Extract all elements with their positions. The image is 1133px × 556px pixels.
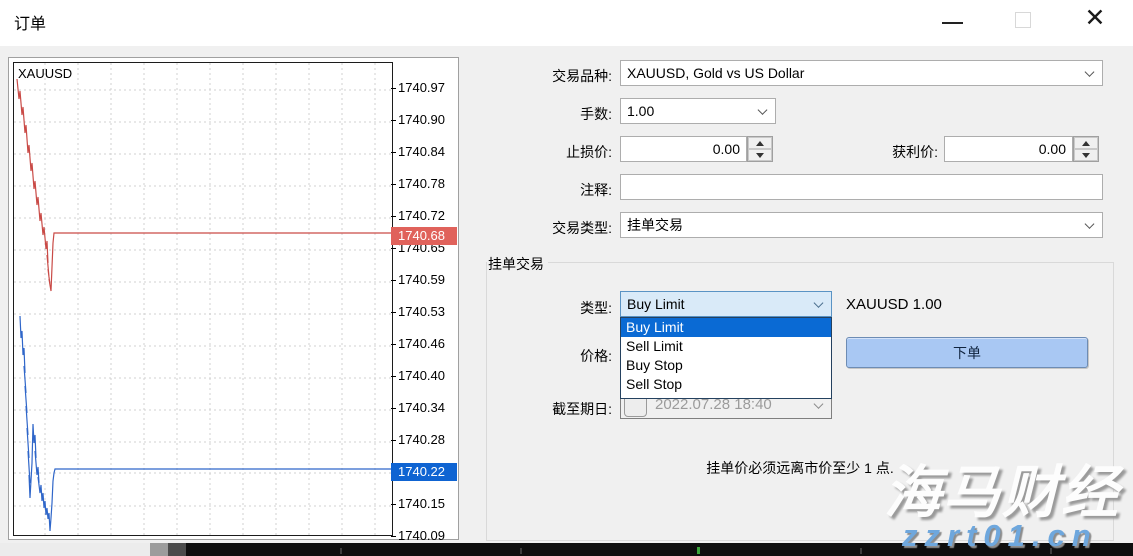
maximize-icon — [1015, 12, 1031, 28]
trade-type-select[interactable]: 挂单交易 — [620, 212, 1103, 238]
order-dialog: 订单 ✕ XAUUSD 1740.971740.901740.841740.78… — [0, 0, 1133, 556]
symbol-select-value: XAUUSD, Gold vs US Dollar — [627, 65, 804, 81]
order-type-dropdown: Buy LimitSell LimitBuy StopSell Stop — [620, 317, 832, 399]
minimize-icon — [942, 22, 963, 24]
order-type-option[interactable]: Sell Limit — [621, 337, 831, 356]
taskbar-green-tick — [697, 547, 700, 554]
chevron-down-icon — [758, 105, 768, 115]
symbol-select[interactable]: XAUUSD, Gold vs US Dollar — [620, 60, 1103, 86]
volume-select[interactable]: 1.00 — [620, 98, 776, 124]
taskbar-segment — [150, 543, 168, 556]
watermark-site: zzrt01.cn — [902, 518, 1098, 554]
title-bar: 订单 ✕ — [0, 0, 1133, 46]
stoploss-spinner[interactable] — [747, 136, 773, 162]
order-type-select[interactable]: Buy Limit — [620, 291, 832, 317]
takeprofit-spinner[interactable] — [1073, 136, 1099, 162]
close-button[interactable]: ✕ — [1078, 2, 1112, 34]
spin-down-icon[interactable] — [1074, 149, 1098, 161]
comment-label: 注释: — [482, 180, 612, 200]
chevron-down-icon — [814, 399, 824, 409]
place-order-button[interactable]: 下单 — [846, 337, 1088, 368]
tick-chart-svg — [14, 63, 392, 535]
window-title: 订单 — [14, 10, 46, 34]
taskbar-tick — [860, 548, 862, 554]
symbol-label: 交易品种: — [482, 66, 612, 86]
expiry-label: 截至期日: — [482, 399, 612, 419]
ask-price-tag: 1740.68 — [391, 227, 457, 245]
volume-label: 手数: — [482, 104, 612, 124]
order-type-option[interactable]: Buy Stop — [621, 356, 831, 375]
tick-chart-plot: XAUUSD — [13, 62, 393, 536]
taskbar-tick — [340, 548, 342, 554]
chevron-down-icon — [1085, 67, 1095, 77]
spin-up-icon[interactable] — [748, 137, 772, 149]
chart-symbol-label: XAUUSD — [18, 66, 72, 81]
chevron-down-icon — [814, 298, 824, 308]
spin-down-icon[interactable] — [748, 149, 772, 161]
takeprofit-label: 获利价: — [808, 142, 938, 162]
order-type-value: Buy Limit — [627, 296, 685, 312]
order-type-option[interactable]: Sell Stop — [621, 375, 831, 394]
order-type-label: 类型: — [482, 298, 612, 318]
trade-type-label: 交易类型: — [482, 218, 612, 238]
pending-order-group-label: 挂单交易 — [487, 254, 548, 274]
stoploss-input[interactable]: 0.00 — [620, 136, 747, 162]
watermark-brand: 海马财经 — [884, 447, 1120, 529]
takeprofit-value: 0.00 — [1039, 141, 1066, 157]
comment-input[interactable] — [620, 174, 1103, 200]
spin-up-icon[interactable] — [1074, 137, 1098, 149]
trade-type-value: 挂单交易 — [627, 215, 683, 235]
taskbar-segment — [168, 543, 186, 556]
order-summary: XAUUSD 1.00 — [846, 296, 942, 313]
maximize-button[interactable] — [1010, 8, 1036, 34]
takeprofit-input[interactable]: 0.00 — [944, 136, 1073, 162]
taskbar-tick — [520, 548, 522, 554]
chevron-down-icon — [1085, 219, 1095, 229]
stoploss-label: 止损价: — [482, 142, 612, 162]
order-type-option[interactable]: Buy Limit — [621, 318, 831, 337]
volume-select-value: 1.00 — [627, 103, 654, 119]
bid-price-tag: 1740.22 — [391, 463, 457, 481]
stoploss-value: 0.00 — [713, 141, 740, 157]
minimize-button[interactable] — [938, 10, 968, 36]
price-label: 价格: — [482, 346, 612, 366]
